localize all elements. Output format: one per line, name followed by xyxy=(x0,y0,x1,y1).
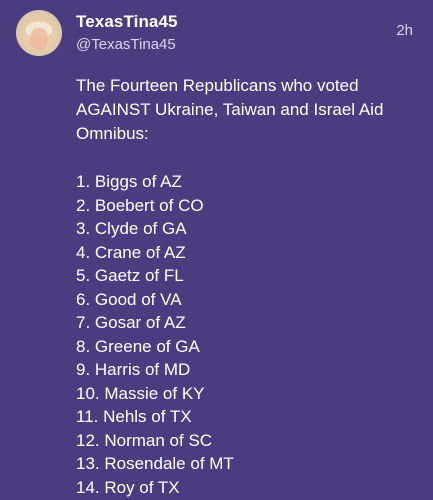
post-intro-line: The Fourteen Republicans who voted xyxy=(76,76,359,95)
author-handle[interactable]: @TexasTina45 xyxy=(76,36,176,53)
post-intro-line: AGAINST Ukraine, Taiwan and Israel Aid xyxy=(76,100,384,119)
list-item: 14. Roy of TX xyxy=(76,477,180,497)
list-item: 4. Crane of AZ xyxy=(76,242,186,262)
post-card: TexasTina45 @TexasTina45 2h The Fourteen… xyxy=(0,0,433,500)
post-timestamp[interactable]: 2h xyxy=(396,22,413,39)
list-item: 5. Gaetz of FL xyxy=(76,266,184,285)
list-item: 10. Massie of KY xyxy=(76,383,205,403)
list-item: 8. Greene of GA xyxy=(76,336,200,356)
post-intro-line: Omnibus: xyxy=(76,124,149,143)
avatar[interactable] xyxy=(16,10,62,56)
list-item: 13. Rosendale of MT xyxy=(76,454,234,473)
list-item: 9. Harris of MD xyxy=(76,360,191,379)
list-item: 2. Boebert of CO xyxy=(76,195,204,215)
list-item: 6. Good of VA xyxy=(76,289,182,309)
post-body: The Fourteen Republicans who voted AGAIN… xyxy=(76,74,416,499)
list-item: 3. Clyde of GA xyxy=(76,219,187,238)
list-item: 1. Biggs of AZ xyxy=(76,172,182,191)
list-item: 12. Norman of SC xyxy=(76,430,213,450)
author-display-name[interactable]: TexasTina45 xyxy=(76,12,178,32)
list-item: 7. Gosar of AZ xyxy=(76,313,186,332)
republican-list: 1. Biggs of AZ 2. Boebert of CO 3. Clyde… xyxy=(76,170,416,499)
list-item: 11. Nehls of TX xyxy=(76,407,192,426)
avatar-face xyxy=(30,28,48,50)
